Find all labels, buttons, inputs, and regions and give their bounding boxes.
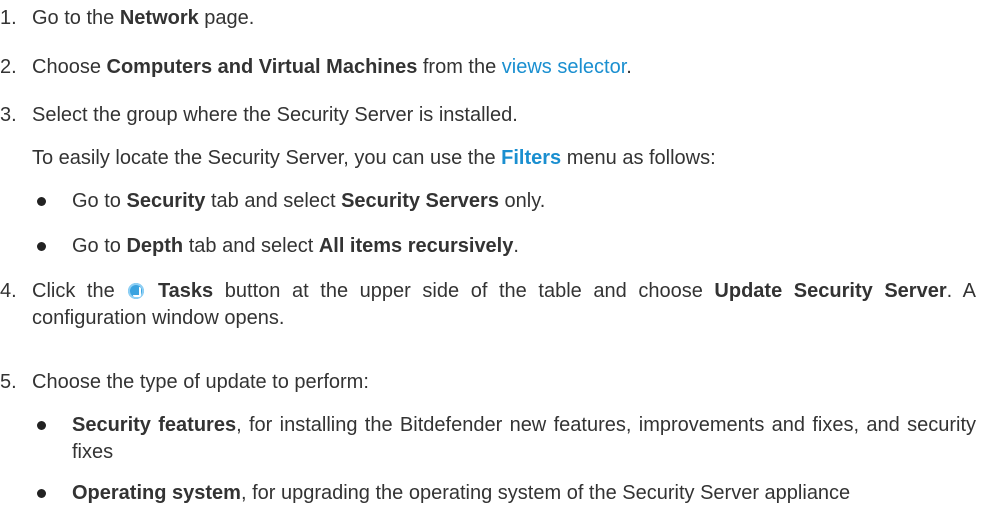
step-text: Choose the type of update to perform: [32,371,369,393]
step-text: Select the group where the Security Serv… [32,104,518,126]
computers-vm-label: Computers and Virtual Machines [106,56,418,78]
network-label: Network [119,7,199,29]
step-3-note: To easily locate the Security Server, yo… [32,147,716,169]
views-selector-link[interactable]: views selector [502,56,627,78]
bullet-icon [37,421,46,430]
step-number: 3. [0,104,17,126]
bullet-icon [37,197,46,206]
step-number: 4. [0,280,17,302]
bullet-item-depth-tab: Go to Depth tab and select All items rec… [72,235,519,257]
bullet-icon [37,242,46,251]
bullet-item-security-tab: Go to Security tab and select Security S… [72,190,546,212]
filters-link[interactable]: Filters [501,147,561,169]
step-text: Choose Computers and Virtual Machines fr… [32,56,632,78]
bullet-item-security-features: Security features, for installing the Bi… [72,414,976,463]
step-text: Go to the Network page. [32,7,255,29]
step-number: 5. [0,371,17,393]
tasks-icon [128,283,145,299]
step-text: Click the Tasks button at the upper side… [32,280,977,329]
tasks-label: Tasks [157,280,214,302]
update-security-server-label: Update Security Server [714,280,947,302]
bullet-item-operating-system: Operating system, for upgrading the oper… [72,482,851,504]
bullet-icon [37,489,46,498]
step-number: 2. [0,56,17,78]
step-number: 1. [0,7,17,29]
document-page: 1. Go to the Network page. 2. Choose Com… [0,0,986,532]
